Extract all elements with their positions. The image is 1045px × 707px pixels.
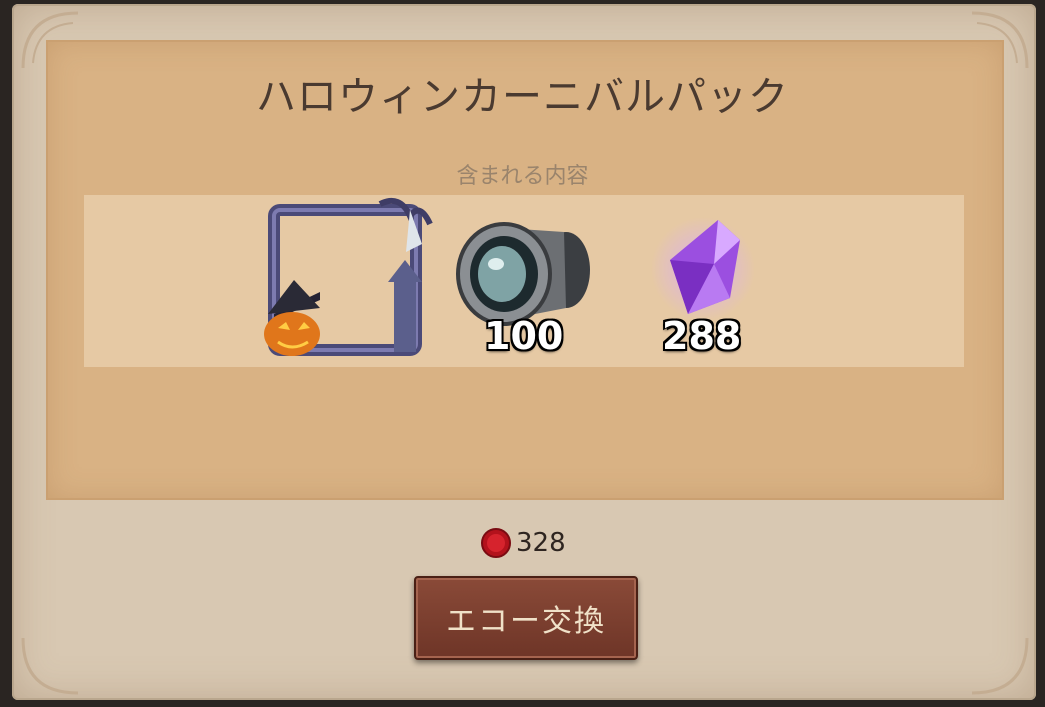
price: 328	[480, 526, 566, 560]
purple-crystal-icon	[651, 217, 755, 321]
exchange-button[interactable]: エコー交換	[414, 576, 638, 660]
ornament-corner-bottom-right	[971, 637, 1029, 695]
price-amount: 328	[516, 528, 566, 558]
contents-label: 含まれる内容	[456, 164, 589, 189]
dialog-title: ハロウィンカーニバルパック	[256, 74, 789, 120]
item-lens[interactable]: 100	[454, 218, 594, 358]
exchange-button-label: エコー交換	[446, 604, 606, 639]
halloween-frame-icon	[264, 198, 433, 356]
item-crystal[interactable]: 288	[648, 214, 758, 364]
item-halloween-frame[interactable]	[260, 196, 438, 364]
lens-count: 100	[484, 314, 564, 358]
crystal-count: 288	[662, 314, 742, 358]
ornament-corner-bottom-left	[21, 637, 79, 695]
red-seal-icon	[481, 528, 511, 558]
